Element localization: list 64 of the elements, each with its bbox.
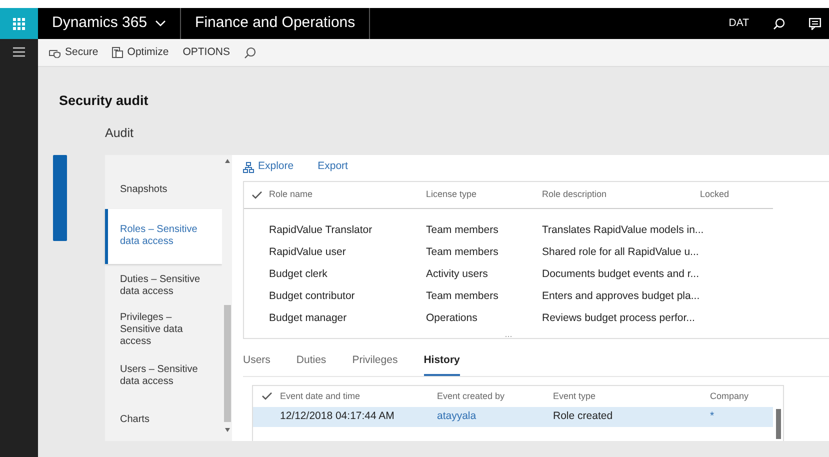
hierarchy-icon [243,162,254,172]
table-cell: RapidValue Translator [269,224,372,236]
shield-icon [49,48,61,58]
table-cell: Budget contributor [269,290,355,302]
table-cell: Budget manager [269,312,347,324]
table-cell: Documents budget events and r... [542,268,700,280]
app-name[interactable]: Dynamics 365 [52,12,148,35]
table-cell: Team members [426,246,498,258]
document-icon [112,47,124,58]
column-header[interactable]: Role description [542,189,607,200]
toolbar-button[interactable]: Secure [42,44,106,60]
table-cell: Shared role for all RapidValue u... [542,246,699,258]
tab[interactable]: Privileges [352,353,398,376]
table-cell: Team members [426,224,498,236]
toolbar-button[interactable]: Optimize [105,44,176,60]
action-link[interactable]: Explore [243,159,294,175]
search-icon[interactable] [773,18,785,30]
tab[interactable]: Duties [296,353,326,376]
column-header[interactable]: Role name [269,189,313,200]
table-cell: Operations [426,312,478,324]
nav-item[interactable]: Duties – Sensitive data access [105,264,222,308]
table-cell: Role created [553,410,613,422]
column-header[interactable]: Event date and time [280,390,360,400]
column-header[interactable]: License type [426,189,477,200]
select-all-icon[interactable] [252,191,262,199]
action-link[interactable]: Export [318,159,348,175]
table-cell: RapidValue user [269,246,346,258]
table-cell: Budget clerk [269,268,328,280]
scrollbar-thumb[interactable] [776,408,780,439]
page-title: Security audit [59,92,150,110]
table-cell: Activity users [426,268,488,280]
company-selector[interactable]: DAT [728,16,749,32]
scrollbar[interactable] [222,155,232,441]
nav-item[interactable]: Users – Sensitive data access [105,352,222,398]
column-header[interactable]: Company [710,390,749,400]
table-row[interactable]: 12/12/2018 04:17:44 AM atayyala Role created * [253,406,773,427]
chevron-down-icon[interactable] [155,20,166,27]
column-header[interactable]: Event type [553,390,596,400]
table-cell: * [710,410,714,422]
tab[interactable]: Users [243,353,270,376]
scroll-up-icon[interactable] [224,159,230,163]
nav-item[interactable]: Privileges – Sensitive data access [105,307,222,353]
scroll-down-icon[interactable] [224,428,230,432]
menu-icon[interactable] [13,47,25,57]
select-all-icon[interactable] [262,392,272,400]
table-cell: Translates RapidValue models in... [542,224,704,236]
table-cell: Team members [426,290,498,302]
module-name: Finance and Operations [195,13,356,34]
table-cell: Enters and approves budget pla... [542,290,700,302]
nav-item[interactable]: Charts [105,398,222,441]
nav-item[interactable]: Snapshots [105,170,222,209]
section-title: Audit [105,125,134,142]
column-header[interactable]: Locked [700,189,730,200]
feedback-icon[interactable] [809,18,821,30]
nav-item[interactable]: Roles – Sensitive data access [105,208,222,264]
app-launcher-icon[interactable] [13,18,25,30]
table-cell: 12/12/2018 04:17:44 AM [280,410,394,422]
table-cell: Reviews budget process perfor... [542,312,695,324]
more-indicator[interactable]: ... [504,329,512,338]
search-icon[interactable] [244,46,256,58]
toolbar-button[interactable]: OPTIONS [176,44,237,60]
user-link[interactable]: atayyala [437,410,476,422]
tab[interactable]: History [424,353,460,376]
column-header[interactable]: Event created by [437,390,505,400]
